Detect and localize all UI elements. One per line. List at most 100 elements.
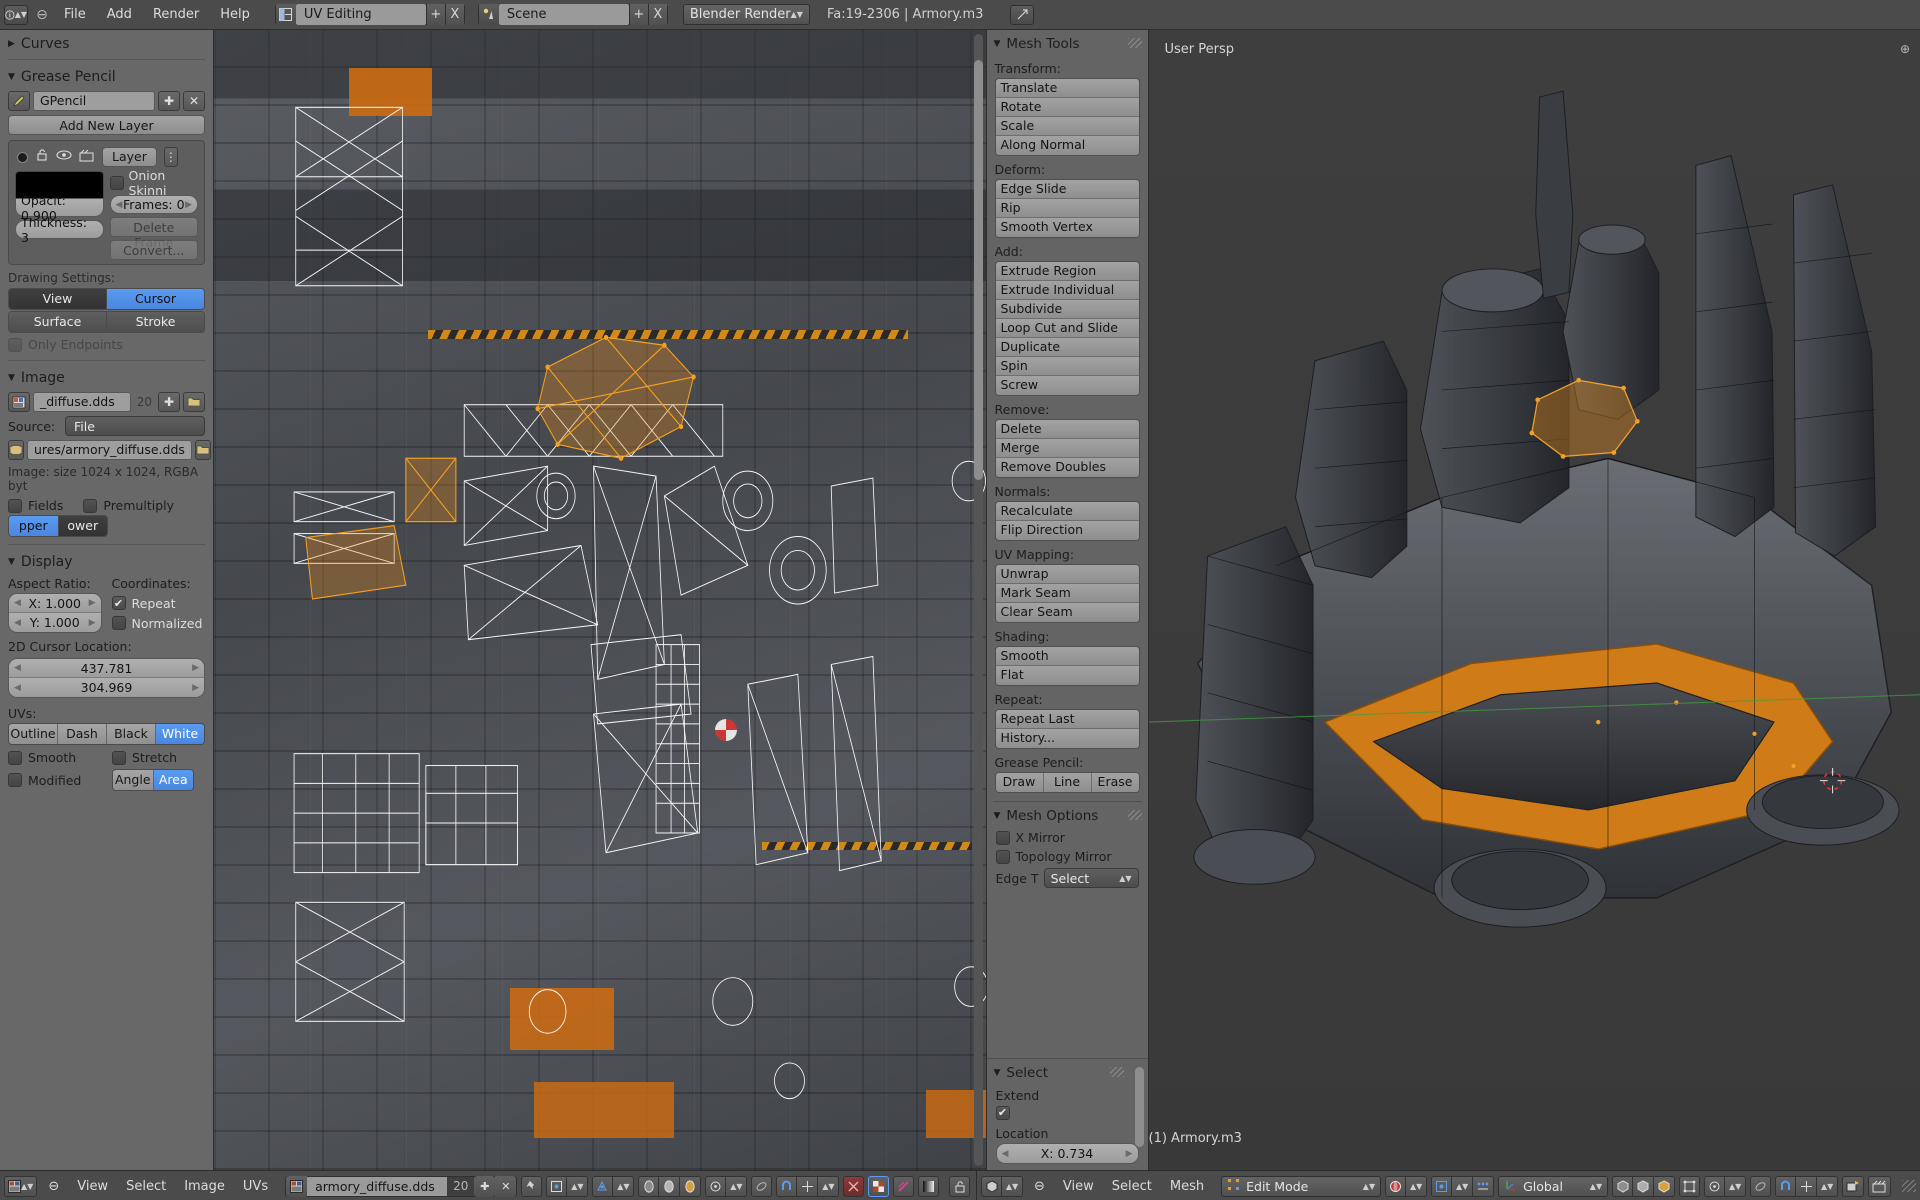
3d-viewport[interactable]: User Persp ⊕ [1149, 30, 1920, 1170]
delete-frame-button[interactable]: Delete Frame [110, 217, 199, 237]
tool-gp-draw[interactable]: Draw [996, 773, 1044, 792]
image-users-count[interactable]: 20 [134, 395, 155, 409]
lock-icon[interactable] [35, 148, 49, 166]
convert-button[interactable]: Convert... [110, 240, 199, 260]
viewport-shading-dropdown[interactable]: ▲▼ [1406, 1176, 1427, 1197]
add-new-layer-button[interactable]: Add New Layer [8, 115, 205, 135]
viewport-resize-grip[interactable] [1902, 1180, 1916, 1192]
image-filepath-field[interactable]: ures/armory_diffuse.dds [27, 440, 192, 460]
gpencil-draw-mode-row1[interactable]: View Cursor [8, 288, 205, 310]
viewport-shading-group[interactable]: ▲▼ [1385, 1176, 1427, 1197]
snap-dropdown-3d[interactable]: ▲▼ [1817, 1176, 1838, 1197]
tool-clear-seam[interactable]: Clear Seam [996, 603, 1139, 622]
proportional-edit-dropdown[interactable]: ▲▼ [1725, 1176, 1746, 1197]
uv-display-mode-toggle[interactable]: Outline Dash Black White [8, 723, 205, 745]
uv-mode-outline[interactable]: Outline [9, 724, 58, 744]
onion-skinning-checkbox[interactable] [110, 176, 124, 190]
uv-image-users[interactable]: 20 [447, 1179, 474, 1193]
add-layout-button[interactable]: + [426, 4, 445, 25]
tool-unwrap[interactable]: Unwrap [996, 565, 1139, 584]
uv-image-datablock[interactable]: armory_diffuse.dds 20 ✚ ✕ [285, 1176, 517, 1197]
layer-active-dot-icon[interactable] [17, 152, 28, 163]
tool-smooth[interactable]: Smooth [996, 647, 1139, 666]
panel-display-header[interactable]: ▼ Display [0, 548, 213, 574]
tool-rip[interactable]: Rip [996, 199, 1139, 218]
gpencil-draw-mode-row2[interactable]: Surface Stroke [8, 311, 205, 333]
editor-type-icon[interactable]: ▲▼ [4, 5, 28, 25]
uv-mode-white[interactable]: White [156, 724, 204, 744]
gpencil-add-button[interactable]: ✚ [158, 91, 180, 111]
vp-menu-view[interactable]: View [1056, 1179, 1101, 1194]
shading-solid-icon[interactable] [638, 1176, 659, 1197]
tool-smooth-vertex[interactable]: Smooth Vertex [996, 218, 1139, 237]
menu-render[interactable]: Render [145, 5, 207, 24]
uv-2d-cursor[interactable] [715, 719, 737, 741]
viewport-editor-type-dropdown[interactable]: ▲▼ [1002, 1176, 1023, 1197]
tool-extrude-region[interactable]: Extrude Region [996, 262, 1139, 281]
uv-vertical-scrollbar[interactable] [974, 60, 983, 480]
vp-menu-select[interactable]: Select [1105, 1179, 1159, 1194]
mode-view-button[interactable]: View [9, 289, 107, 309]
snap-group-3d[interactable]: ▲▼ [1775, 1176, 1838, 1197]
stretch-angle-button[interactable]: Angle [113, 770, 154, 790]
arrow-left-icon[interactable]: ◀ [14, 598, 21, 608]
tool-edge-slide[interactable]: Edge Slide [996, 180, 1139, 199]
panel-image-header[interactable]: ▼ Image [0, 364, 213, 390]
pivot-point-icon[interactable] [1431, 1176, 1452, 1197]
mode-surface-button[interactable]: Surface [9, 312, 107, 332]
fields-checkbox[interactable] [8, 499, 22, 513]
uv-image-name[interactable]: armory_diffuse.dds [307, 1177, 447, 1196]
arrow-left-icon[interactable]: ◀ [14, 663, 21, 673]
delete-scene-button[interactable]: X [648, 4, 667, 25]
tool-gp-erase[interactable]: Erase [1092, 773, 1139, 792]
aspect-y-field[interactable]: ◀ Y: 1.000 ▶ [9, 613, 101, 632]
arrow-right-icon[interactable]: ▶ [89, 618, 96, 628]
onion-film-icon[interactable] [79, 149, 95, 166]
pin-icon[interactable] [521, 1176, 542, 1197]
tool-recalculate[interactable]: Recalculate [996, 502, 1139, 521]
limit-selection-visible-icon[interactable] [1679, 1176, 1700, 1197]
uv-mode-dash[interactable]: Dash [58, 724, 107, 744]
tool-gp-line[interactable]: Line [1044, 773, 1092, 792]
mesh-select-mode-group[interactable] [1612, 1176, 1675, 1197]
arrow-right-icon[interactable]: ▶ [1126, 1149, 1133, 1159]
image-name-field[interactable]: _diffuse.dds [33, 392, 131, 412]
armory-model[interactable] [1149, 30, 1920, 1170]
panel-mesh-tools-header[interactable]: ▼ Mesh Tools [987, 30, 1148, 55]
panel-grease-pencil-header[interactable]: ▼ Grease Pencil [0, 63, 213, 89]
uv-collapse-icon[interactable]: ⊖ [41, 1179, 66, 1194]
render-animation-icon[interactable] [1868, 1176, 1891, 1197]
face-select-icon[interactable] [1654, 1176, 1675, 1197]
proportional-edit-group[interactable]: ▲▼ [1704, 1176, 1746, 1197]
gpencil-delete-button[interactable]: ✕ [183, 91, 205, 111]
pivot-dropdown[interactable]: ▲▼ [726, 1176, 747, 1197]
collapse-menu-icon[interactable]: ⊖ [33, 6, 51, 24]
panel-mesh-options-header[interactable]: ▼ Mesh Options [987, 802, 1148, 827]
uv-gradient-icon[interactable] [918, 1176, 939, 1197]
normalized-checkbox[interactable] [112, 616, 126, 630]
tool-delete[interactable]: Delete [996, 420, 1139, 439]
stretch-checkbox[interactable] [112, 751, 126, 765]
uv-select-mode-dropdown[interactable]: ▲▼ [567, 1176, 588, 1197]
proportional-edit-icon[interactable] [751, 1176, 772, 1197]
snap-magnet-icon[interactable] [776, 1176, 797, 1197]
gpencil-name-field[interactable]: GPencil [33, 91, 155, 111]
viewport-editor-type[interactable]: ▲▼ [981, 1176, 1023, 1197]
filepath-browse-icon[interactable] [195, 440, 211, 460]
uv-pivot-group[interactable]: ▲▼ [705, 1176, 747, 1197]
delete-layout-button[interactable]: X [445, 4, 464, 25]
tool-flat[interactable]: Flat [996, 666, 1139, 685]
uv-select-mode-group[interactable]: ▲▼ [546, 1176, 588, 1197]
arrow-right-icon[interactable]: ▶ [192, 683, 199, 693]
viewport-shading-icon[interactable] [1385, 1176, 1406, 1197]
uv-sticky-dropdown[interactable]: ▲▼ [613, 1176, 634, 1197]
modified-checkbox[interactable] [8, 773, 22, 787]
arrow-left-icon[interactable]: ◀ [116, 200, 123, 210]
tool-along-normal[interactable]: Along Normal [996, 136, 1139, 155]
uv-image-editor[interactable] [214, 30, 986, 1170]
tool-screw[interactable]: Screw [996, 376, 1139, 395]
arrow-left-icon[interactable]: ◀ [14, 683, 21, 693]
interaction-mode-select[interactable]: Edit Mode ▲▼ [1221, 1176, 1381, 1197]
stretch-type-toggle[interactable]: Angle Area [112, 769, 194, 791]
render-opengl-icon[interactable] [1842, 1176, 1864, 1197]
